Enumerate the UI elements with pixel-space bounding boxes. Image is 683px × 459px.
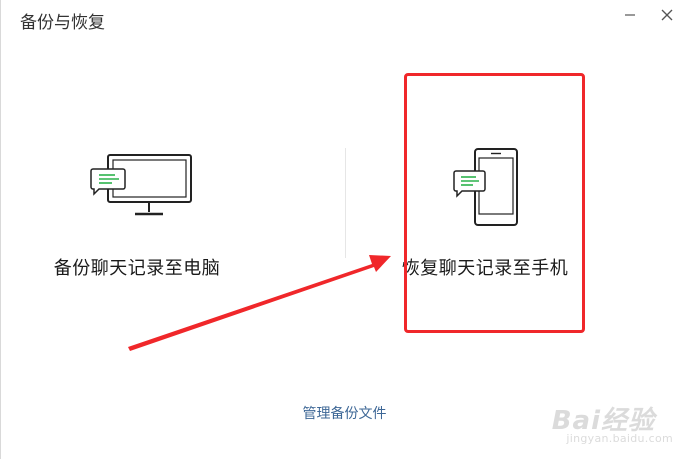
minimize-icon <box>625 14 635 16</box>
window-title: 备份与恢复 <box>20 13 105 33</box>
monitor-chat-icon <box>90 154 192 216</box>
minimize-button[interactable] <box>616 2 644 28</box>
window-edge <box>0 0 1 459</box>
restore-option-label: 恢复聊天记录至手机 <box>401 258 569 279</box>
options-divider <box>345 148 346 258</box>
watermark: Bai经验 jingyan.baidu.com <box>552 400 673 445</box>
restore-to-phone-option[interactable]: 恢复聊天记录至手机 <box>395 140 595 290</box>
close-button[interactable] <box>653 2 681 28</box>
backup-to-pc-option[interactable]: 备份聊天记录至电脑 <box>50 140 250 290</box>
close-icon <box>661 9 673 21</box>
watermark-site: jingyan.baidu.com <box>566 432 673 445</box>
backup-option-label: 备份聊天记录至电脑 <box>53 258 221 279</box>
phone-chat-icon <box>453 148 518 226</box>
